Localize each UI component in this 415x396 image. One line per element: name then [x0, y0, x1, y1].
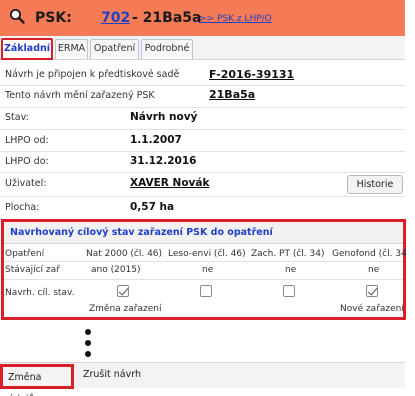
checkbox-nat2000[interactable] — [117, 285, 129, 297]
grid-divider — [4, 261, 403, 262]
checkbox-zach-pt[interactable] — [283, 285, 295, 297]
change-data-button[interactable]: Změna údajů — [0, 364, 74, 396]
psk-number-link[interactable]: 702 — [101, 10, 130, 26]
checkbox-genofond[interactable] — [366, 285, 378, 297]
plocha-value: 0,57 ha — [130, 201, 175, 213]
proposed-row-label: Navrh. cíl. stav. — [5, 288, 75, 298]
cancel-proposal-button[interactable]: Zrušit návrh — [78, 364, 146, 389]
changes-psk-link[interactable]: 21Ba5a — [209, 88, 255, 101]
plocha-row: Plocha: 0,57 ha — [0, 197, 405, 219]
section-title: Navrhovaný cílový stav zařazení PSK do o… — [4, 222, 403, 244]
lhpo-od-value: 1.1.2007 — [130, 134, 182, 146]
stav-label: Stav: — [5, 112, 29, 123]
lhpo-od-row: LHPO od: 1.1.2007 — [0, 130, 405, 152]
psk-header: PSK: 702 - 21Ba5a >> PSK z LHP/O — [0, 0, 405, 36]
current-value-zach-pt: ne — [285, 265, 297, 275]
footer-toolbar: Změna údajů Zrušit návrh — [0, 362, 405, 396]
change-note-genofond: Nové zařazení — [340, 304, 404, 314]
uzivatel-row: Uživatel: XAVER Novák Historie — [0, 173, 405, 197]
stav-row: Stav: Návrh nový — [0, 108, 405, 130]
historie-button[interactable]: Historie — [347, 175, 403, 194]
stav-value: Návrh nový — [130, 111, 198, 123]
tab-bar: Základní ERMA Opatření Podrobné — [0, 36, 405, 60]
magnifier-icon[interactable] — [9, 8, 25, 24]
changes-label: Tento návrh mění zařazený PSK — [5, 90, 155, 101]
col-header-opatreni: Opatření — [5, 249, 45, 259]
current-value-nat2000: ano (2015) — [91, 265, 141, 275]
predecessor-label: Návrh je připojen k předtiskové sadě — [5, 69, 180, 80]
lhpo-do-row: LHPO do: 31.12.2016 — [0, 152, 405, 173]
checkbox-leso-envi[interactable] — [200, 285, 212, 297]
change-note-nat2000: Změna zařazení — [89, 304, 162, 314]
vertical-ellipsis-icon[interactable] — [82, 329, 94, 363]
lhpo-od-label: LHPO od: — [5, 135, 49, 146]
plocha-label: Plocha: — [5, 202, 40, 213]
tab-zakladni[interactable]: Základní — [1, 38, 53, 60]
psk-code: - 21Ba5a — [132, 10, 202, 26]
predecessor-link[interactable]: F-2016-39131 — [209, 68, 294, 81]
grid-divider — [4, 279, 403, 280]
col-header-zach-pt: Zach. PT (čl. 34) — [251, 249, 325, 259]
lhpo-do-label: LHPO do: — [5, 156, 49, 167]
lhpo-do-value: 31.12.2016 — [130, 155, 197, 167]
changes-row: Tento návrh mění zařazený PSK 21Ba5a — [0, 86, 405, 108]
psk-from-lhp-link[interactable]: >> PSK z LHP/O — [199, 14, 272, 24]
col-header-leso-envi: Leso-envi (čl. 46) — [168, 249, 246, 259]
col-header-genofond: Genofond (čl. 34 — [332, 249, 407, 259]
current-value-genofond: ne — [368, 265, 380, 275]
tab-erma[interactable]: ERMA — [55, 39, 88, 59]
current-row-label: Stávající zař — [5, 265, 60, 275]
tab-opatreni[interactable]: Opatření — [90, 39, 139, 59]
predecessor-row: Návrh je připojen k předtiskové sadě F-2… — [0, 63, 405, 86]
tab-podrobne[interactable]: Podrobné — [141, 39, 193, 59]
current-value-leso-envi: ne — [202, 265, 214, 275]
uzivatel-label: Uživatel: — [5, 178, 47, 189]
target-state-section: Navrhovaný cílový stav zařazení PSK do o… — [1, 219, 407, 320]
uzivatel-link[interactable]: XAVER Novák — [130, 177, 209, 189]
col-header-nat2000: Nat 2000 (čl. 46) — [86, 249, 163, 259]
psk-label: PSK: — [35, 10, 72, 26]
